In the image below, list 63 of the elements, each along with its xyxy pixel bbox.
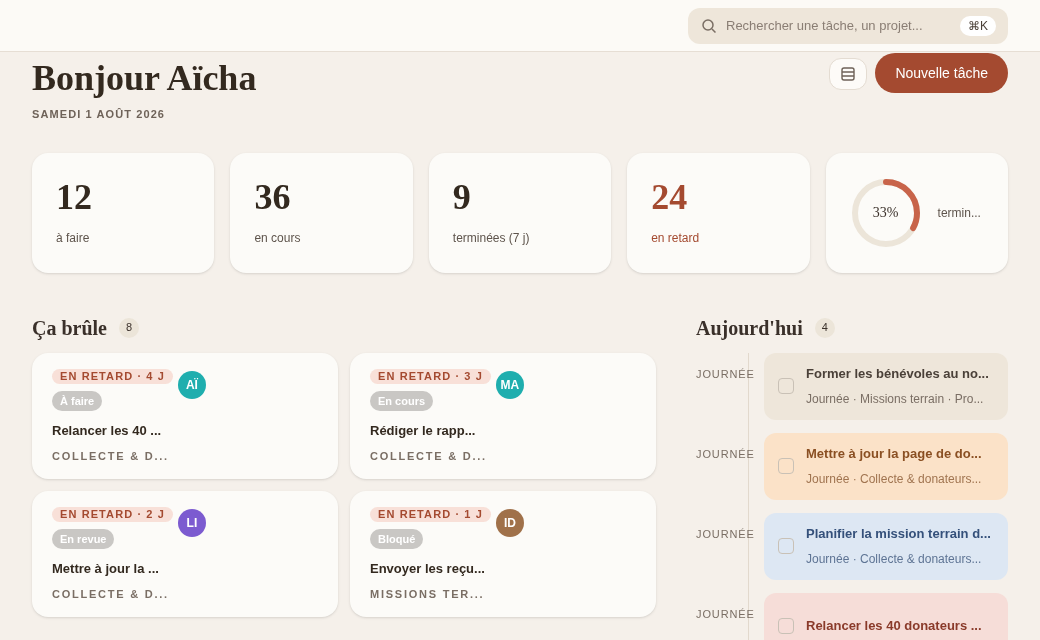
count-badge: 4 [814,317,835,338]
search-icon [701,17,717,34]
section-title: Aujourd'hui [696,315,803,342]
stat-value: 24 [651,175,689,219]
stat-label: termin... [937,204,981,222]
stat-label: en retard [651,229,701,247]
greeting-title: Bonjour Aïcha [32,57,257,100]
avatar: LI [177,508,206,537]
overdue-badge: EN RETARD · 1 J [370,506,491,522]
task-title: Relancer les 40 ... [52,421,163,440]
task-title: Relancer les 40 donateurs ... [806,617,982,636]
task-title: Planifier la mission terrain d... [806,525,991,544]
count-badge: 8 [119,317,139,338]
stat-label: à faire [56,229,91,247]
project-label: COLLECTE & D... [370,449,488,464]
time-label: JOURNÉE [696,446,755,462]
overdue-badge: EN RETARD · 4 J [52,368,173,384]
checkbox[interactable] [778,618,794,634]
project-label: COLLECTE & D... [52,449,170,464]
task-meta: Journée · Collecte & donateurs... [806,550,983,568]
time-label: JOURNÉE [696,526,755,542]
project-label: MISSIONS TER... [370,587,486,602]
agenda-card[interactable]: Planifier la mission terrain d... Journée · Collecte & donateurs... [764,512,1008,580]
checkbox[interactable] [778,538,794,554]
avatar: MA [495,370,524,399]
agenda-card[interactable]: Mettre à jour la page de do... Journée · Collecte & donateurs... [764,432,1008,500]
status-badge: À faire [52,390,103,411]
avatar: AÏ [177,370,206,399]
task-card[interactable]: EN RETARD · 4 J À faire AÏ Relancer les 40 ... COLLECTE & D... [32,352,338,479]
new-task-button[interactable]: Nouvelle tâche [875,53,1008,93]
checkbox[interactable] [778,378,794,394]
section-title: Ça brûle [32,315,107,342]
stat-label: terminées (7 j) [452,229,531,247]
agenda-card[interactable]: Relancer les 40 donateurs ... [764,592,1008,640]
stat-value: 36 [254,175,292,219]
stat-label: en cours [254,229,302,247]
time-label: JOURNÉE [696,366,755,382]
task-title: Rédiger le rapp... [370,421,477,440]
agenda-card[interactable]: Former les bénévoles au no... Journée · Missions terrain · Pro... [764,352,1008,420]
task-card[interactable]: EN RETARD · 2 J En revue LI Mettre à jour la ... COLLECTE & D... [32,490,338,617]
status-badge: En cours [370,390,434,411]
overdue-badge: EN RETARD · 3 J [370,368,491,384]
stat-value: 9 [452,175,472,219]
layout-toggle-button[interactable] [829,58,868,90]
task-title: Former les bénévoles au no... [806,365,989,384]
task-title: Mettre à jour la ... [52,559,160,578]
time-label: JOURNÉE [696,606,755,622]
task-meta: Journée · Collecte & donateurs... [806,470,982,488]
overdue-badge: EN RETARD · 2 J [52,506,173,522]
progress-value: 33% [872,204,899,222]
status-badge: En revue [52,528,115,549]
stat-value: 12 [56,175,93,219]
avatar: ID [495,508,524,537]
task-card[interactable]: EN RETARD · 3 J En cours MA Rédiger le rapp... COLLECTE & D... [350,352,656,479]
task-title: Mettre à jour la page de do... [806,445,982,464]
list-icon [840,66,857,82]
status-badge: Bloqué [370,528,424,549]
task-card[interactable]: EN RETARD · 1 J Bloqué ID Envoyer les reçu... MISSIONS TER... [350,490,656,617]
task-title: Envoyer les reçu... [370,559,486,578]
task-meta: Journée · Missions terrain · Pro... [806,390,985,408]
checkbox[interactable] [778,458,794,474]
date-label: SAMEDI 1 AOÛT 2026 [32,107,167,122]
project-label: COLLECTE & D... [52,587,170,602]
